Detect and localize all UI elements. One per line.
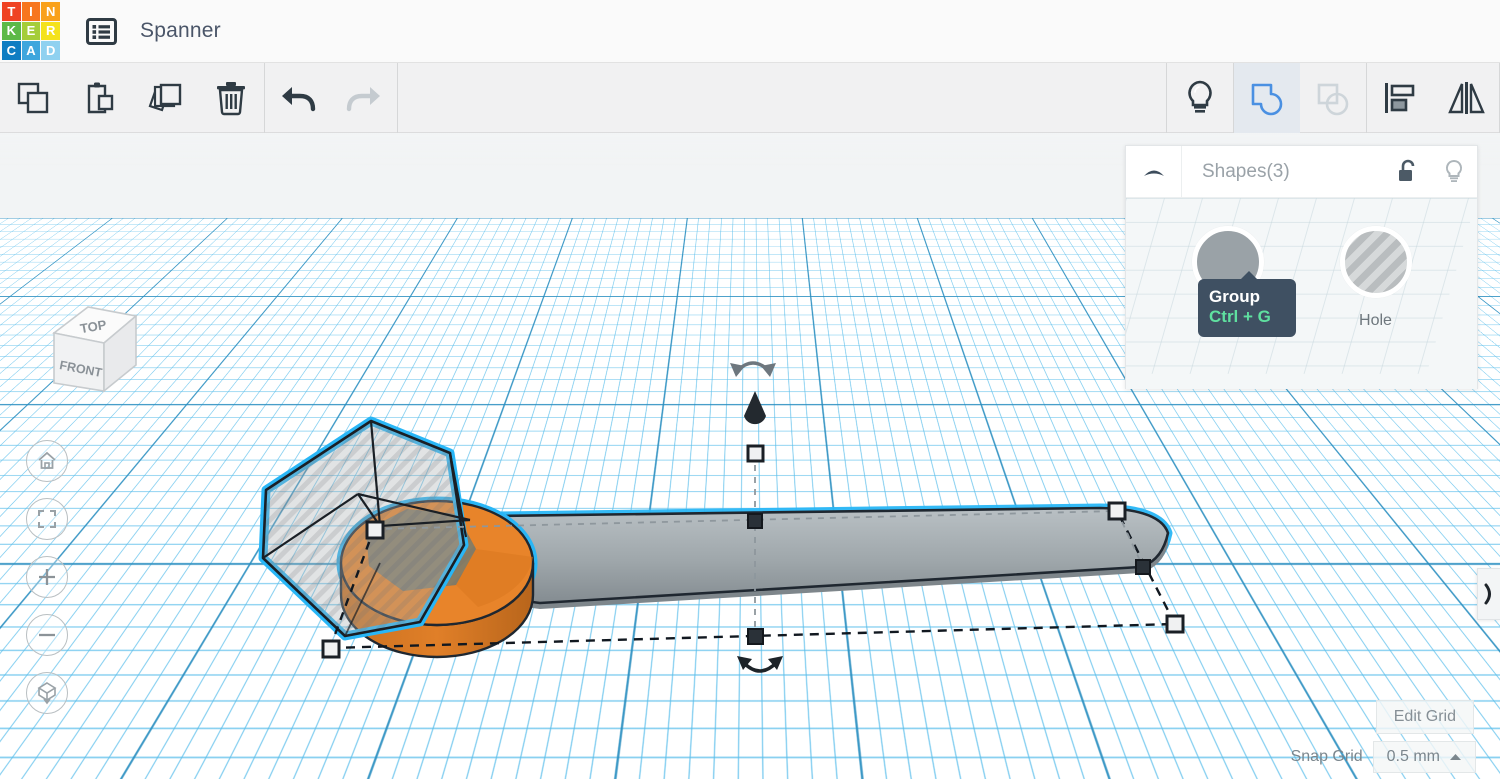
copy-button[interactable] <box>0 63 66 133</box>
hole-swatch[interactable] <box>1339 226 1412 298</box>
logo-tile-d: D <box>41 41 60 60</box>
home-icon <box>38 451 56 469</box>
mirror-flip-icon <box>1448 81 1485 114</box>
ortho-toggle-button[interactable] <box>26 672 68 714</box>
duplicate-button[interactable] <box>132 63 198 133</box>
document-title[interactable]: Spanner <box>140 19 221 43</box>
home-view-button[interactable] <box>26 440 68 482</box>
fit-to-view-button[interactable] <box>26 498 68 540</box>
logo-tile-r: R <box>41 21 60 41</box>
hole-label: Hole <box>1359 312 1392 329</box>
logo-tile-e: E <box>21 21 41 41</box>
trash-icon <box>217 81 245 115</box>
lock-toggle-button[interactable] <box>1385 146 1431 198</box>
shape-light-button[interactable] <box>1431 146 1477 198</box>
paste-icon <box>87 82 114 113</box>
snap-grid-row: Snap Grid 0.5 mm <box>1291 741 1476 773</box>
logo-tile-i: I <box>21 2 41 21</box>
redo-arrow-icon <box>346 86 380 111</box>
ungroup-button[interactable] <box>1300 63 1366 133</box>
zoom-in-button[interactable] <box>26 556 68 598</box>
list-menu-icon[interactable] <box>84 16 118 46</box>
mirror-button[interactable] <box>1433 63 1499 133</box>
view-cube[interactable]: TOP FRONT <box>36 291 144 403</box>
chevron-right-icon <box>1484 583 1491 605</box>
redo-button[interactable] <box>331 63 397 133</box>
logo-tile-t: T <box>2 2 21 21</box>
unlock-icon <box>1399 159 1415 181</box>
group-button[interactable] <box>1234 62 1300 133</box>
edit-grid-button[interactable]: Edit Grid <box>1375 700 1474 734</box>
chevron-up-icon <box>1143 170 1164 176</box>
undo-button[interactable] <box>265 63 331 133</box>
logo-tile-n: N <box>41 2 60 21</box>
minus-icon <box>39 633 55 637</box>
tinkercad-app: T I N K E R C A D Spanner TOP FRONT Shap… <box>0 0 1500 779</box>
shape-inspector-panel: Shapes(3) Hole <box>1125 145 1478 389</box>
logo-tile-k: K <box>2 21 21 41</box>
zoom-out-button[interactable] <box>26 614 68 656</box>
chevron-up-icon <box>1450 754 1461 760</box>
snap-grid-value: 0.5 mm <box>1386 748 1440 765</box>
group-tooltip: Group Ctrl + G <box>1198 270 1296 338</box>
paste-button[interactable] <box>66 63 132 133</box>
undo-arrow-icon <box>282 86 316 111</box>
workplane-canvas[interactable]: TOP FRONT Shapes(3) Hole Group Ctrl + G … <box>0 133 1500 779</box>
logo-tile-c: C <box>2 41 21 60</box>
group-shapes-icon <box>1251 83 1283 115</box>
align-button[interactable] <box>1367 63 1433 133</box>
top-bar: T I N K E R C A D Spanner <box>0 0 1500 63</box>
inspector-header: Shapes(3) <box>1126 145 1477 198</box>
inspector-body: Solid Hole <box>1126 198 1477 389</box>
plus-icon <box>39 569 55 585</box>
lightbulb-icon <box>1445 159 1463 182</box>
toolbar-divider-2 <box>397 62 398 133</box>
nav-controls <box>26 440 70 730</box>
lightbulb-icon <box>1188 80 1212 113</box>
ungroup-shapes-icon <box>1317 83 1349 115</box>
snap-grid-label: Snap Grid <box>1290 748 1363 765</box>
tinkercad-logo[interactable]: T I N K E R C A D <box>2 2 60 60</box>
copy-icon <box>17 82 49 113</box>
delete-button[interactable] <box>198 63 264 133</box>
logo-tile-a: A <box>21 41 41 60</box>
tooltip-title: Group <box>1209 287 1260 306</box>
main-toolbar <box>0 62 1500 133</box>
panel-expand-button[interactable] <box>1477 568 1500 620</box>
inspector-collapse-button[interactable] <box>1126 145 1182 198</box>
hole-mode-option[interactable]: Hole <box>1333 226 1419 330</box>
fit-brackets-icon <box>38 510 56 528</box>
align-icon <box>1385 82 1415 113</box>
snap-grid-select[interactable]: 0.5 mm <box>1372 741 1476 773</box>
shape-mode-swatches: Solid Hole <box>1126 198 1477 330</box>
light-button[interactable] <box>1167 63 1233 133</box>
tooltip-shortcut: Ctrl + G <box>1209 307 1271 327</box>
duplicate-icon <box>148 83 182 111</box>
inspector-title: Shapes(3) <box>1202 160 1290 182</box>
cube-arrow-icon <box>37 682 57 705</box>
